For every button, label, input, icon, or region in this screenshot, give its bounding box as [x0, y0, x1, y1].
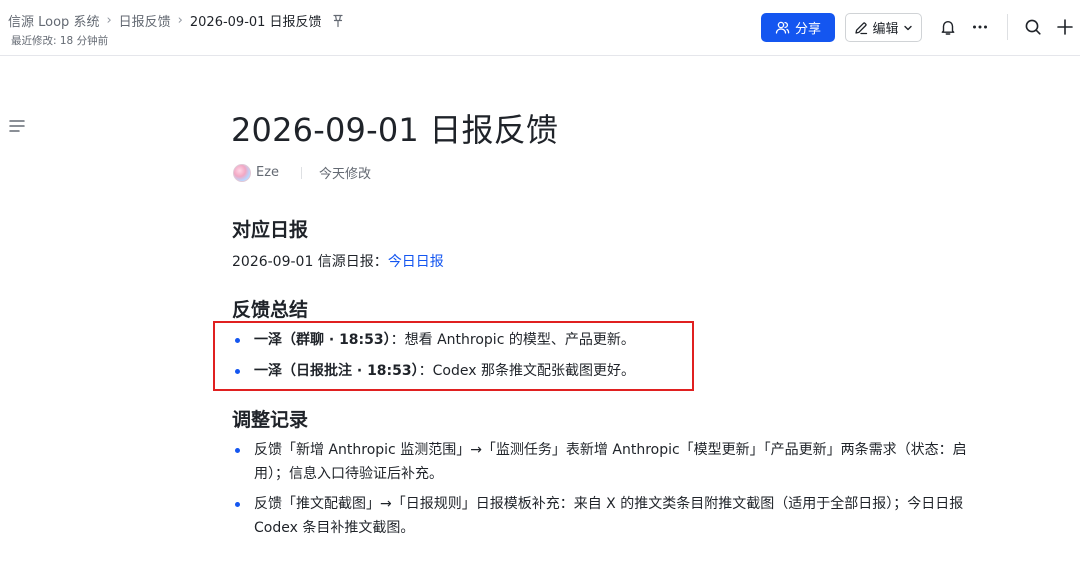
pin-icon[interactable]	[332, 14, 344, 28]
breadcrumb: 信源 Loop 系统 › 日报反馈 › 2026-09-01 日报反馈	[8, 11, 344, 30]
breadcrumb-item-current[interactable]: 2026-09-01 日报反馈	[190, 11, 322, 30]
page-title: 2026-09-01 日报反馈	[231, 111, 559, 149]
heading-changes: 调整记录	[232, 409, 309, 431]
more-icon	[973, 25, 987, 29]
notification-button[interactable]	[936, 15, 960, 39]
pencil-icon	[855, 21, 868, 34]
plus-icon	[1057, 19, 1073, 35]
add-button[interactable]	[1053, 15, 1077, 39]
avatar[interactable]	[233, 163, 251, 182]
modified-text: 今天修改	[319, 167, 372, 182]
edit-label: 编辑	[872, 22, 899, 37]
report-paragraph: 2026-09-01 信源日报：今日日报	[232, 251, 444, 271]
highlight-annotation-box	[213, 321, 694, 391]
heading-summary: 反馈总结	[232, 299, 309, 321]
bell-icon	[941, 21, 955, 35]
search-icon	[1025, 19, 1041, 35]
meta-divider	[301, 166, 303, 179]
last-modified-text: 最近修改: 18 分钟前	[11, 35, 109, 47]
edit-button[interactable]: 编辑	[845, 13, 922, 42]
breadcrumb-item-system[interactable]: 信源 Loop 系统	[8, 11, 99, 30]
chevron-down-icon	[903, 25, 912, 30]
author-name[interactable]: Eze	[256, 165, 279, 180]
search-button[interactable]	[1021, 15, 1045, 39]
toolbar-divider	[1007, 14, 1008, 40]
list-item: 反馈「推文配截图」→「日报规则」日报模板补充：来自 X 的推文类条目附推文截图（…	[232, 492, 977, 540]
report-text: 2026-09-01 信源日报：	[232, 254, 388, 270]
breadcrumb-separator-icon: ›	[177, 13, 183, 28]
changes-list: 反馈「新增 Anthropic 监测范围」→「监测任务」表新增 Anthropi…	[232, 438, 977, 540]
list-item: 反馈「新增 Anthropic 监测范围」→「监测任务」表新增 Anthropi…	[232, 438, 977, 486]
toc-list-icon[interactable]	[8, 117, 26, 135]
share-label: 分享	[794, 22, 821, 37]
share-people-icon	[775, 21, 790, 34]
more-button[interactable]	[968, 15, 992, 39]
top-bar: 信源 Loop 系统 › 日报反馈 › 2026-09-01 日报反馈 最近修改…	[0, 0, 1080, 56]
breadcrumb-item-feedback[interactable]: 日报反馈	[119, 11, 171, 30]
doc-meta: Eze 今天修改	[233, 163, 371, 182]
share-button[interactable]: 分享	[761, 13, 835, 42]
breadcrumb-separator-icon: ›	[106, 13, 112, 28]
heading-report: 对应日报	[232, 219, 309, 241]
report-link[interactable]: 今日日报	[388, 254, 444, 270]
